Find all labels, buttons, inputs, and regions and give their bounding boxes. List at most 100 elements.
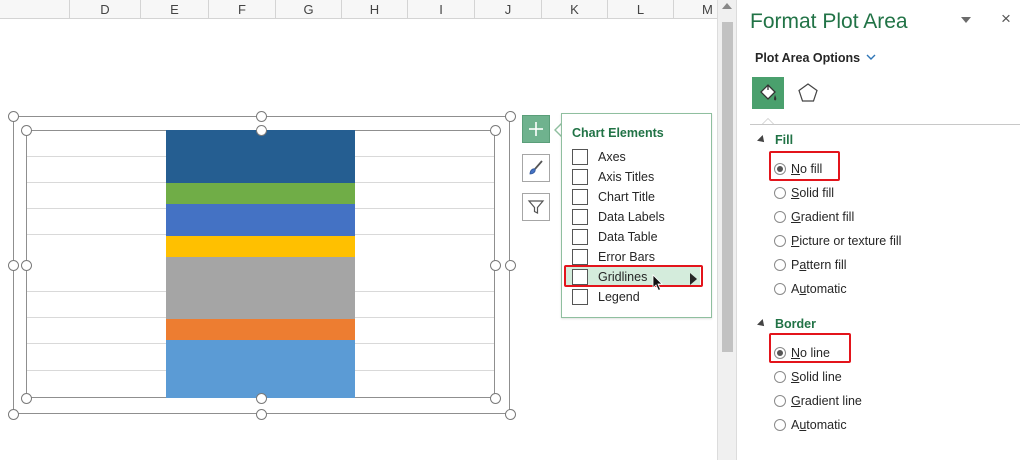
checkbox[interactable] bbox=[572, 169, 588, 185]
checkbox[interactable] bbox=[572, 149, 588, 165]
fill-heading: Fill bbox=[775, 133, 794, 147]
radio-button[interactable] bbox=[774, 235, 786, 247]
chevron-down-icon[interactable] bbox=[865, 52, 877, 62]
pane-options-dropdown-icon[interactable] bbox=[961, 17, 971, 23]
pane-title: Format Plot Area bbox=[750, 10, 908, 33]
chart-filters-button[interactable] bbox=[522, 193, 550, 221]
fill-option-pattern-fill[interactable]: Pattern fill bbox=[774, 256, 847, 274]
column-header-g[interactable]: G bbox=[276, 0, 342, 19]
column-header-f[interactable]: F bbox=[209, 0, 276, 19]
close-pane-button[interactable]: × bbox=[1001, 9, 1011, 29]
collapse-triangle-icon bbox=[757, 319, 767, 329]
chart-element-axes[interactable]: Axes bbox=[572, 147, 626, 167]
radio-button[interactable] bbox=[774, 211, 786, 223]
bar-segment[interactable] bbox=[166, 236, 355, 257]
plot-resize-handle[interactable] bbox=[21, 125, 32, 136]
plot-resize-handle[interactable] bbox=[490, 125, 501, 136]
scroll-thumb[interactable] bbox=[722, 22, 733, 352]
fill-line-tab[interactable] bbox=[752, 77, 784, 109]
bar-segment[interactable] bbox=[166, 183, 355, 204]
column-header-k[interactable]: K bbox=[542, 0, 608, 19]
chart-element-error-bars[interactable]: Error Bars bbox=[572, 247, 655, 267]
bar-segment[interactable] bbox=[166, 340, 355, 398]
radio-button[interactable] bbox=[774, 187, 786, 199]
fill-option-gradient-fill[interactable]: Gradient fill bbox=[774, 208, 854, 226]
highlight-box-no-fill bbox=[769, 151, 840, 181]
column-header-i[interactable]: I bbox=[408, 0, 475, 19]
plot-resize-handle[interactable] bbox=[256, 125, 267, 136]
chart-element-data-table[interactable]: Data Table bbox=[572, 227, 658, 247]
chart-resize-handle[interactable] bbox=[505, 111, 516, 122]
chart-resize-handle[interactable] bbox=[505, 260, 516, 271]
plot-resize-handle[interactable] bbox=[256, 393, 267, 404]
chart-element-chart-title[interactable]: Chart Title bbox=[572, 187, 655, 207]
column-header-m[interactable]: M bbox=[674, 0, 717, 19]
fill-option-label: Gradient fill bbox=[791, 210, 855, 224]
column-header-d[interactable]: D bbox=[70, 0, 141, 19]
chart-element-label: Axes bbox=[598, 150, 626, 164]
border-option-automatic[interactable]: Automatic bbox=[774, 416, 847, 434]
bar-segment[interactable] bbox=[166, 319, 355, 340]
collapse-triangle-icon bbox=[757, 135, 767, 145]
scroll-up-arrow-icon[interactable] bbox=[722, 3, 732, 9]
fill-option-automatic[interactable]: Automatic bbox=[774, 280, 847, 298]
plot-resize-handle[interactable] bbox=[490, 260, 501, 271]
chart-resize-handle[interactable] bbox=[256, 409, 267, 420]
plot-resize-handle[interactable] bbox=[21, 393, 32, 404]
checkbox[interactable] bbox=[572, 249, 588, 265]
fill-section-header[interactable]: Fill bbox=[757, 133, 794, 147]
border-option-label: Solid line bbox=[791, 370, 842, 384]
plot-resize-handle[interactable] bbox=[490, 393, 501, 404]
fill-option-solid-fill[interactable]: Solid fill bbox=[774, 184, 834, 202]
chart-element-label: Error Bars bbox=[598, 250, 655, 264]
column-header-e[interactable]: E bbox=[141, 0, 209, 19]
plot-resize-handle[interactable] bbox=[21, 260, 32, 271]
border-section-header[interactable]: Border bbox=[757, 317, 816, 331]
radio-button[interactable] bbox=[774, 283, 786, 295]
chart-resize-handle[interactable] bbox=[256, 111, 267, 122]
fill-option-picture-texture-fill[interactable]: Picture or texture fill bbox=[774, 232, 901, 250]
vertical-scrollbar[interactable] bbox=[717, 0, 737, 460]
radio-button[interactable] bbox=[774, 259, 786, 271]
highlight-box-no-line bbox=[769, 333, 851, 363]
checkbox[interactable] bbox=[572, 189, 588, 205]
chart-styles-button[interactable] bbox=[522, 154, 550, 182]
effects-tab[interactable] bbox=[794, 79, 822, 107]
chart-element-data-labels[interactable]: Data Labels bbox=[572, 207, 665, 227]
brush-icon bbox=[529, 160, 543, 175]
border-option-gradient-line[interactable]: Gradient line bbox=[774, 392, 862, 410]
checkbox[interactable] bbox=[572, 209, 588, 225]
bar-segment[interactable] bbox=[166, 204, 355, 236]
chart-element-legend[interactable]: Legend bbox=[572, 287, 640, 307]
checkbox[interactable] bbox=[572, 229, 588, 245]
chart-elements-button[interactable] bbox=[522, 115, 550, 143]
format-plot-area-pane: Format Plot Area × Plot Area Options Fil… bbox=[738, 0, 1024, 460]
chart-resize-handle[interactable] bbox=[8, 111, 19, 122]
column-header-bar: D E F G H I J K L M bbox=[0, 0, 717, 19]
chart-element-axis-titles[interactable]: Axis Titles bbox=[572, 167, 654, 187]
plot-area-options-label[interactable]: Plot Area Options bbox=[755, 51, 860, 65]
checkbox[interactable] bbox=[572, 289, 588, 305]
radio-button[interactable] bbox=[774, 419, 786, 431]
worksheet[interactable]: D E F G H I J K L M Chart Elements Axes … bbox=[0, 0, 717, 460]
column-header-stub bbox=[0, 0, 70, 19]
border-heading: Border bbox=[775, 317, 816, 331]
fill-option-label: Pattern fill bbox=[791, 258, 847, 272]
radio-button[interactable] bbox=[774, 395, 786, 407]
column-header-h[interactable]: H bbox=[342, 0, 408, 19]
chart-element-label: Data Table bbox=[598, 230, 658, 244]
chart-resize-handle[interactable] bbox=[8, 260, 19, 271]
column-header-j[interactable]: J bbox=[475, 0, 542, 19]
chart-element-label: Data Labels bbox=[598, 210, 665, 224]
plus-icon bbox=[529, 122, 543, 136]
chart-resize-handle[interactable] bbox=[505, 409, 516, 420]
bar-segment[interactable] bbox=[166, 130, 355, 183]
mouse-pointer-icon bbox=[652, 274, 663, 292]
border-option-solid-line[interactable]: Solid line bbox=[774, 368, 842, 386]
radio-button[interactable] bbox=[774, 371, 786, 383]
chart-resize-handle[interactable] bbox=[8, 409, 19, 420]
fill-option-label: Solid fill bbox=[791, 186, 835, 200]
chart-elements-title: Chart Elements bbox=[572, 126, 664, 140]
column-header-l[interactable]: L bbox=[608, 0, 674, 19]
bar-segment[interactable] bbox=[166, 257, 355, 319]
